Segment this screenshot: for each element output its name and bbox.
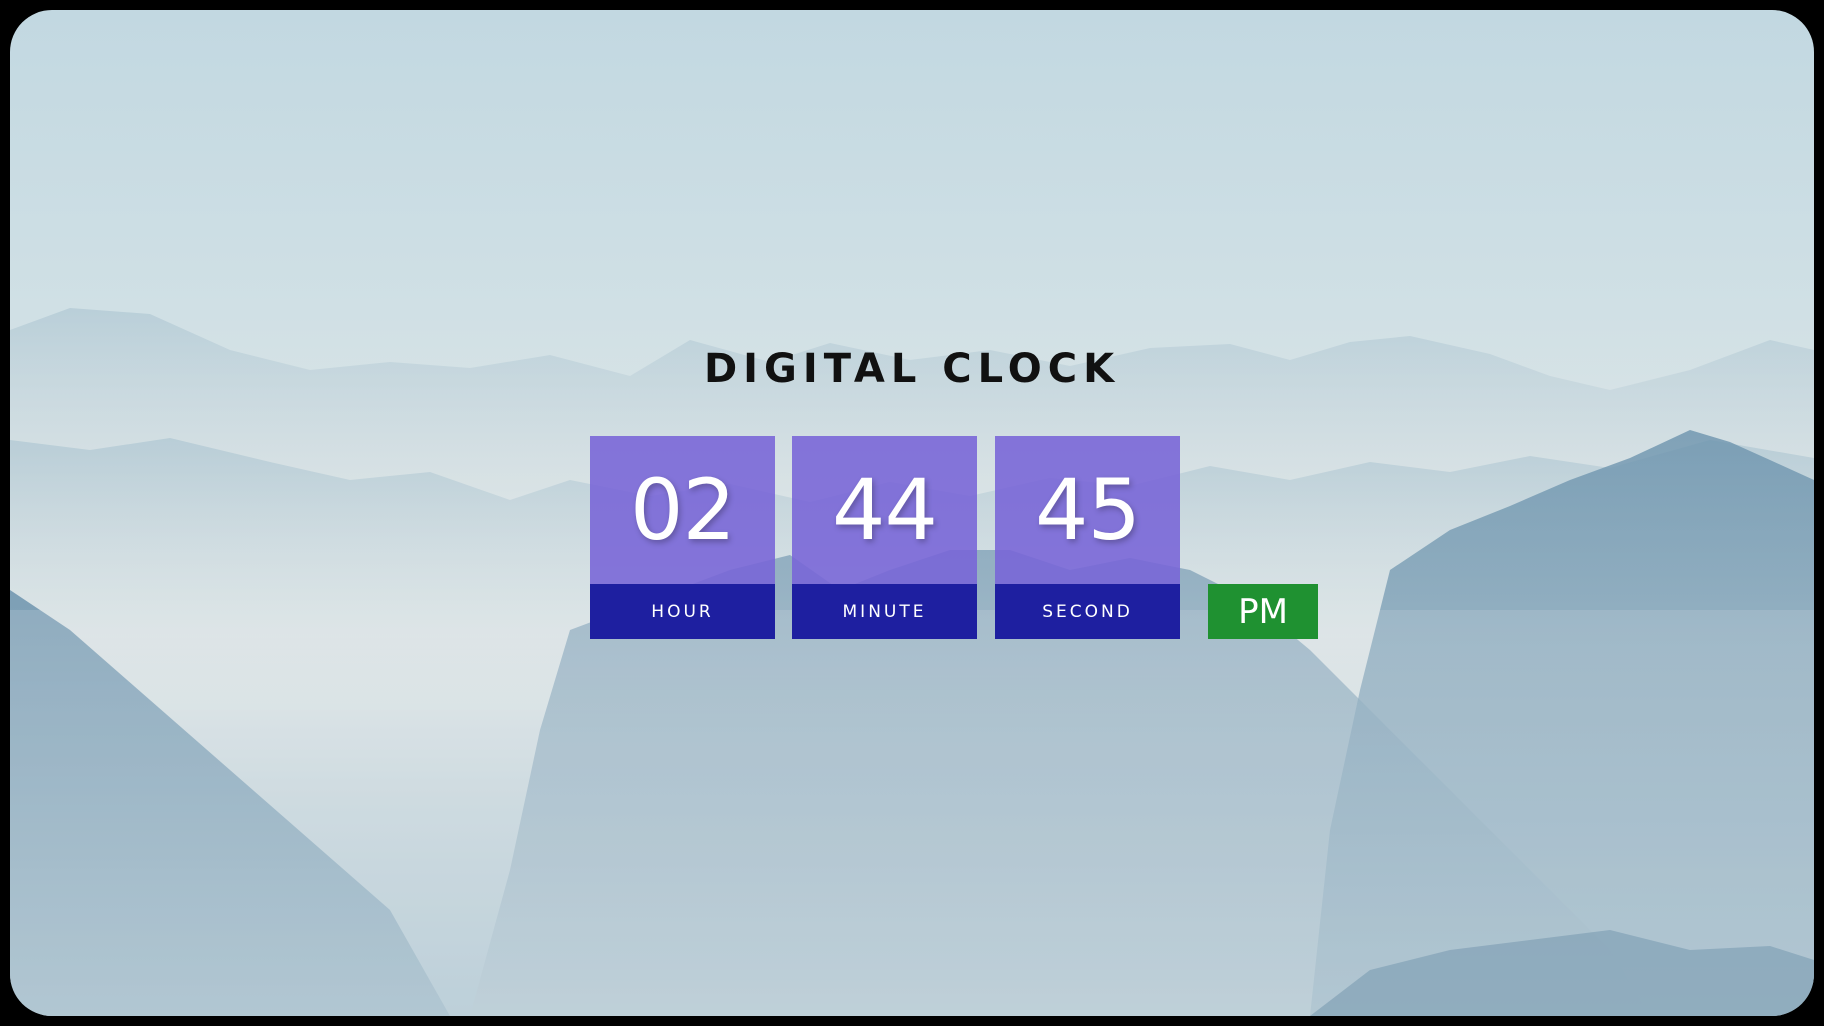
second-value: 45 — [995, 436, 1180, 584]
page-title: DIGITAL CLOCK — [703, 346, 1121, 392]
minute-value: 44 — [792, 436, 977, 584]
minute-unit: 44 MINUTE — [792, 436, 977, 639]
second-unit: 45 SECOND — [995, 436, 1180, 639]
clock-window: DIGITAL CLOCK 02 HOUR 44 MINUTE 45 SECON… — [10, 10, 1814, 1016]
hour-label: HOUR — [590, 584, 775, 639]
hour-unit: 02 HOUR — [590, 436, 775, 639]
minute-label: MINUTE — [792, 584, 977, 639]
period-badge: PM — [1208, 584, 1318, 639]
second-label: SECOND — [995, 584, 1180, 639]
hour-value: 02 — [590, 436, 775, 584]
